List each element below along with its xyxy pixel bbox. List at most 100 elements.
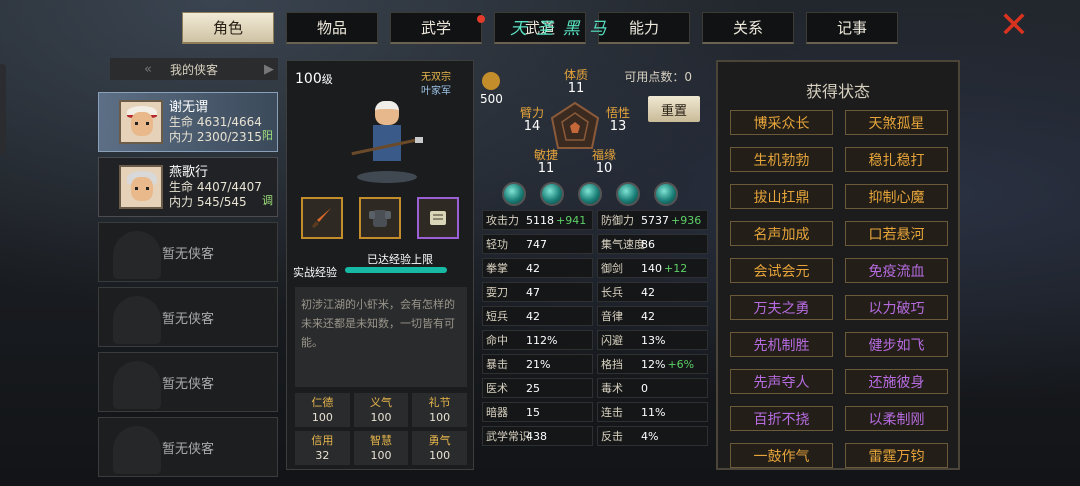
virtue-value: 100 — [370, 411, 392, 424]
attribute-key: 连击 — [601, 406, 623, 419]
tab-label: 物品 — [316, 19, 347, 37]
status-badge[interactable]: 还施彼身 — [845, 369, 948, 394]
virtue-cell: 信用 32 — [295, 431, 350, 465]
hero-card[interactable]: 谢无谓 生命 4631/4664 内力 2300/2315 阳 — [98, 92, 278, 152]
virtue-cell: 义气 100 — [353, 393, 409, 427]
attribute-value: 42 — [526, 261, 540, 275]
status-badge[interactable]: 抑制心魔 — [845, 184, 948, 209]
virtue-key: 仁德 — [311, 396, 334, 409]
armor-slot[interactable] — [359, 197, 401, 239]
virtue-cell: 智慧 100 — [353, 431, 409, 465]
status-badge[interactable]: 以柔制刚 — [845, 406, 948, 431]
hero-card[interactable]: 燕歌行 生命 4407/4407 内力 545/545 调 — [98, 157, 278, 217]
avatar — [119, 100, 163, 144]
exp-bar — [345, 267, 447, 273]
attribute-key: 耍刀 — [486, 286, 508, 299]
faction-secondary: 叶家军 — [421, 86, 451, 97]
empty-hero-slot[interactable]: 暂无侠客 — [98, 287, 278, 347]
status-badge[interactable]: 会试会元 — [730, 258, 833, 283]
status-badge[interactable]: 健步如飞 — [845, 332, 948, 357]
stat-fortune: 福缘 10 — [592, 148, 616, 176]
stat-key: 体质 — [564, 68, 589, 82]
attribute-cell: 拳掌 42 — [482, 258, 593, 278]
status-badge[interactable]: 稳扎稳打 — [845, 147, 948, 172]
empty-hero-slot[interactable]: 暂无侠客 — [98, 417, 278, 477]
stat-value: 13 — [609, 119, 627, 134]
stat-value: 14 — [523, 119, 541, 134]
close-icon[interactable]: ✕ — [996, 8, 1032, 44]
status-badge[interactable]: 雷霆万钧 — [845, 443, 948, 468]
side-handle[interactable] — [0, 64, 6, 154]
silhouette-icon — [113, 426, 161, 474]
hero-hp: 生命 4407/4407 — [169, 179, 262, 194]
virtue-value: 100 — [311, 411, 333, 424]
gem-icon[interactable] — [540, 182, 564, 206]
attribute-value: 5737 — [641, 213, 669, 227]
stat-key: 敏捷 — [534, 148, 559, 162]
status-badge[interactable]: 先声夺人 — [730, 369, 833, 394]
roster-header: « 我的侠客 ▶ — [110, 58, 278, 80]
tab-character[interactable]: 角色 — [182, 12, 274, 44]
attribute-key: 格挡 — [601, 358, 623, 371]
status-badge[interactable]: 天煞孤星 — [845, 110, 948, 135]
tab-ability[interactable]: 能力 — [598, 12, 690, 44]
status-badge[interactable]: 免疫流血 — [845, 258, 948, 283]
tab-items[interactable]: 物品 — [286, 12, 378, 44]
status-badge[interactable]: 百折不挠 — [730, 406, 833, 431]
status-badge[interactable]: 一鼓作气 — [730, 443, 833, 468]
attribute-cell: 耍刀 47 — [482, 282, 593, 302]
status-badge[interactable]: 名声加成 — [730, 221, 833, 246]
attribute-key: 闪避 — [601, 334, 623, 347]
attribute-cell: 御剑 140 +12 — [597, 258, 708, 278]
attribute-cell: 反击 4% — [597, 426, 708, 446]
attribute-key: 医术 — [486, 382, 508, 395]
tab-label: 记事 — [836, 19, 867, 37]
character-sprite — [351, 89, 423, 185]
attribute-value: 12% — [641, 357, 666, 371]
tab-journal[interactable]: 记事 — [806, 12, 898, 44]
attribute-cell: 暗器 15 — [482, 402, 593, 422]
weapon-slot[interactable] — [301, 197, 343, 239]
gem-icon[interactable] — [502, 182, 526, 206]
virtue-value: 32 — [315, 449, 330, 462]
attribute-cell: 长兵 42 — [597, 282, 708, 302]
tab-martial[interactable]: 武学 — [390, 12, 485, 44]
tab-relations[interactable]: 关系 — [702, 12, 794, 44]
attribute-cell: 武学常识 438 — [482, 426, 593, 446]
faction-primary: 无双宗 — [421, 72, 451, 83]
accessory-slot[interactable] — [417, 197, 459, 239]
status-panel: 获得状态 博采众长 天煞孤星 生机勃勃 稳扎稳打 拔山扛鼎 抑制心魔 名声加成 口若悬河 会试会… — [716, 60, 960, 470]
stat-key: 悟性 — [606, 106, 631, 120]
hero-name: 燕歌行 — [169, 164, 209, 180]
attribute-key: 反击 — [601, 430, 623, 443]
attribute-cell: 音律 42 — [597, 306, 708, 326]
status-badge[interactable]: 万夫之勇 — [730, 295, 833, 320]
gem-icon[interactable] — [654, 182, 678, 206]
empty-hero-slot[interactable]: 暂无侠客 — [98, 222, 278, 282]
virtue-cell: 仁德 100 — [295, 393, 350, 427]
attribute-value: 438 — [526, 429, 547, 443]
status-badge[interactable]: 先机制胜 — [730, 332, 833, 357]
empty-hero-slot[interactable]: 暂无侠客 — [98, 352, 278, 412]
gem-icon[interactable] — [616, 182, 640, 206]
attribute-key: 攻击力 — [486, 214, 519, 227]
status-badge[interactable]: 博采众长 — [730, 110, 833, 135]
empty-label: 暂无侠客 — [161, 441, 214, 457]
status-badge[interactable]: 以力破巧 — [845, 295, 948, 320]
attribute-value: 42 — [641, 309, 655, 323]
stat-comprehension: 悟性 13 — [606, 106, 630, 134]
status-badge[interactable]: 拔山扛鼎 — [730, 184, 833, 209]
status-badge[interactable]: 生机勃勃 — [730, 147, 833, 172]
reset-button[interactable]: 重置 — [648, 96, 700, 122]
gem-icon[interactable] — [578, 182, 602, 206]
level-display: 100级 — [295, 71, 333, 87]
attribute-cell: 暴击 21% — [482, 354, 593, 374]
status-badge[interactable]: 口若悬河 — [845, 221, 948, 246]
virtue-value: 100 — [370, 449, 392, 462]
virtue-key: 礼节 — [428, 396, 451, 409]
hexagon-icon — [550, 101, 600, 149]
armor-icon — [369, 210, 391, 227]
attribute-key: 防御力 — [601, 214, 634, 227]
attribute-cell: 防御力 5737 +936 — [597, 210, 708, 230]
virtue-key: 信用 — [311, 434, 334, 447]
